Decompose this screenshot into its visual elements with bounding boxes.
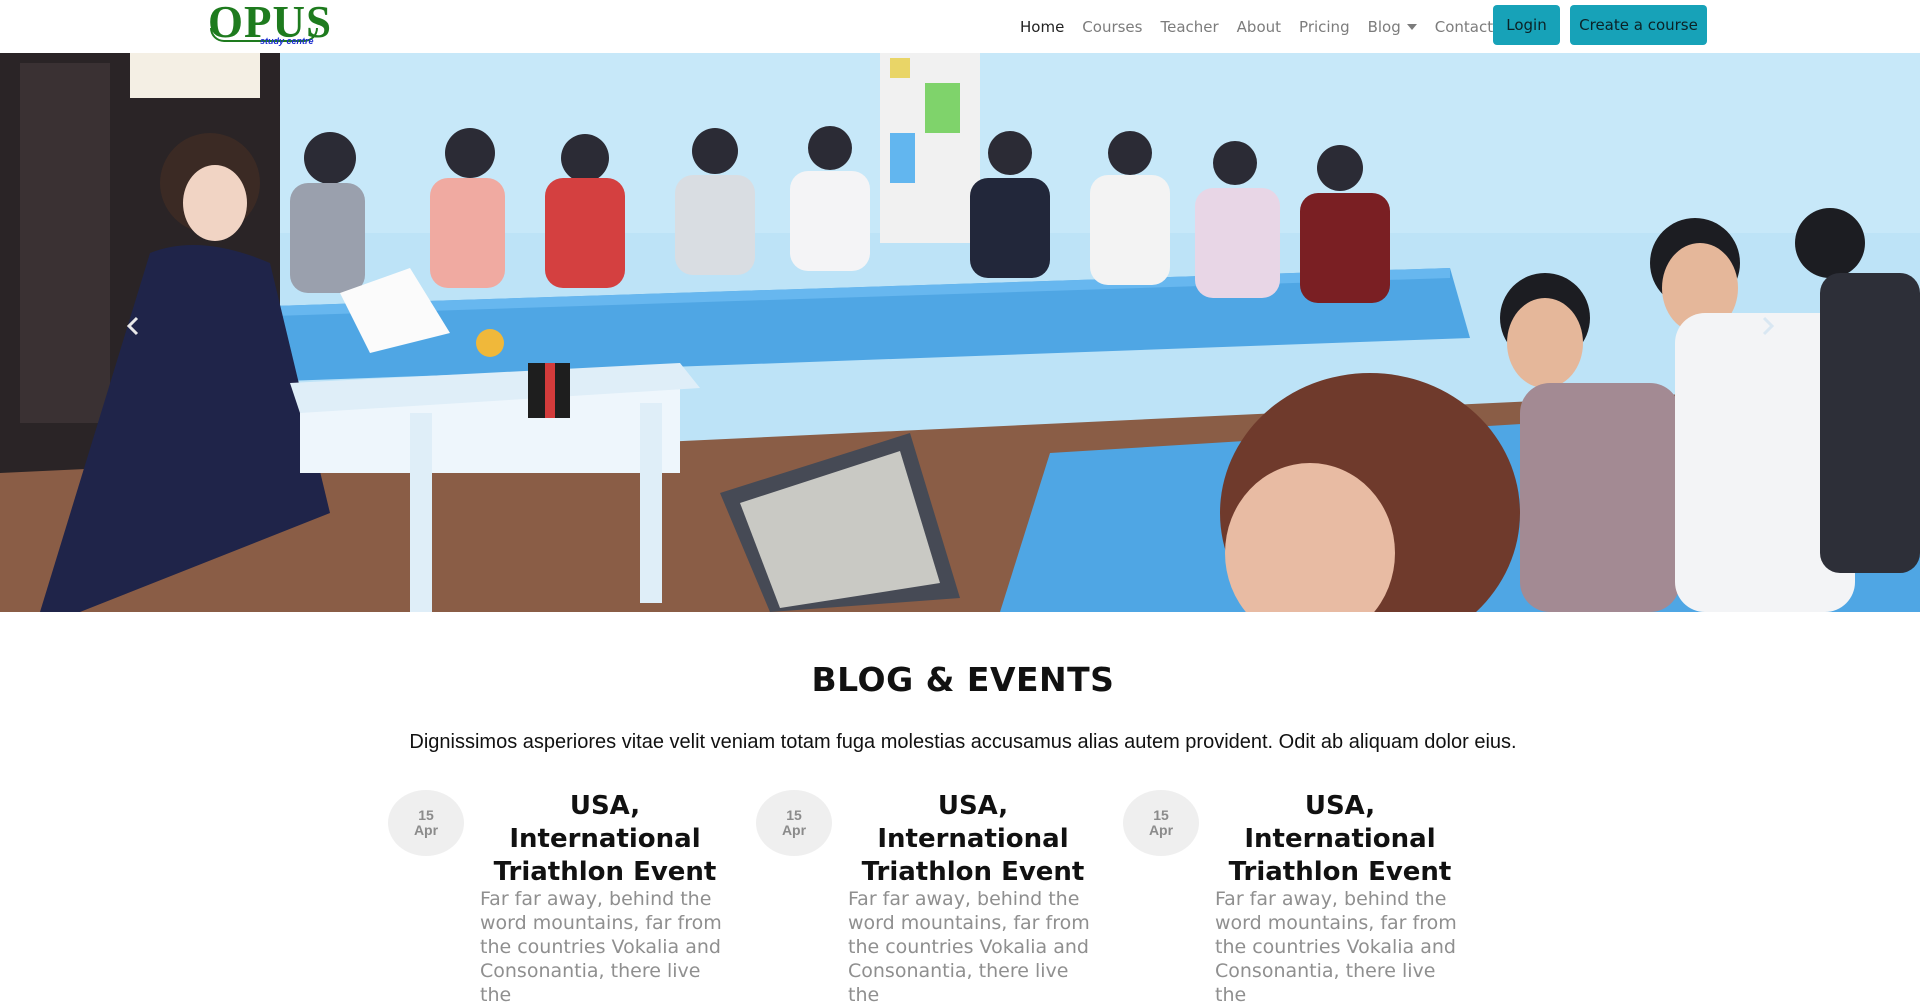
nav-blog-dropdown[interactable]: Blog bbox=[1368, 18, 1417, 36]
hero-carousel bbox=[0, 53, 1920, 612]
nav-home[interactable]: Home bbox=[1020, 18, 1064, 36]
date-month: Apr bbox=[1148, 822, 1174, 838]
carousel-prev-button[interactable] bbox=[125, 315, 165, 355]
hero-image bbox=[0, 53, 1920, 612]
blog-card[interactable]: 15 Apr USA, International Triathlon Even… bbox=[1123, 790, 1483, 1006]
nav-courses[interactable]: Courses bbox=[1082, 18, 1142, 36]
create-course-button[interactable]: Create a course bbox=[1570, 5, 1707, 45]
date-day: 15 bbox=[786, 807, 802, 823]
blog-card-title[interactable]: USA, International Triathlon Event bbox=[848, 790, 1098, 889]
nav-pricing[interactable]: Pricing bbox=[1299, 18, 1350, 36]
nav-teacher[interactable]: Teacher bbox=[1160, 18, 1218, 36]
blog-card-excerpt: Far far away, behind the word mountains,… bbox=[848, 888, 1090, 1006]
date-day: 15 bbox=[1153, 807, 1169, 823]
date-month: Apr bbox=[413, 822, 439, 838]
chevron-left-icon bbox=[126, 316, 139, 336]
caret-down-icon bbox=[1406, 24, 1417, 30]
blog-card-title[interactable]: USA, International Triathlon Event bbox=[480, 790, 730, 889]
nav-about[interactable]: About bbox=[1237, 18, 1281, 36]
logo-subtext: study centre bbox=[260, 36, 314, 46]
date-badge: 15 Apr bbox=[1123, 790, 1199, 856]
blog-card[interactable]: 15 Apr USA, International Triathlon Even… bbox=[388, 790, 748, 1006]
chevron-right-icon bbox=[1762, 316, 1775, 336]
blog-card-title[interactable]: USA, International Triathlon Event bbox=[1215, 790, 1465, 889]
login-button[interactable]: Login bbox=[1493, 5, 1560, 45]
navbar: OPUS study centre Home Courses Teacher A… bbox=[0, 0, 1920, 53]
blog-card-excerpt: Far far away, behind the word mountains,… bbox=[1215, 888, 1457, 1006]
date-day: 15 bbox=[418, 807, 434, 823]
blog-section-description: Dignissimos asperiores vitae velit venia… bbox=[409, 731, 1517, 753]
main-nav: Home Courses Teacher About Pricing Blog … bbox=[1020, 0, 1519, 53]
nav-contacts[interactable]: Contacts bbox=[1435, 18, 1501, 36]
brand-logo[interactable]: OPUS study centre bbox=[208, 0, 331, 50]
blog-card[interactable]: 15 Apr USA, International Triathlon Even… bbox=[756, 790, 1116, 1006]
blog-card-excerpt: Far far away, behind the word mountains,… bbox=[480, 888, 722, 1006]
date-badge: 15 Apr bbox=[388, 790, 464, 856]
nav-blog-label: Blog bbox=[1367, 17, 1401, 36]
date-month: Apr bbox=[781, 822, 807, 838]
carousel-next-button[interactable] bbox=[1760, 315, 1800, 355]
date-badge: 15 Apr bbox=[756, 790, 832, 856]
blog-section-title: BLOG & EVENTS bbox=[811, 660, 1115, 699]
